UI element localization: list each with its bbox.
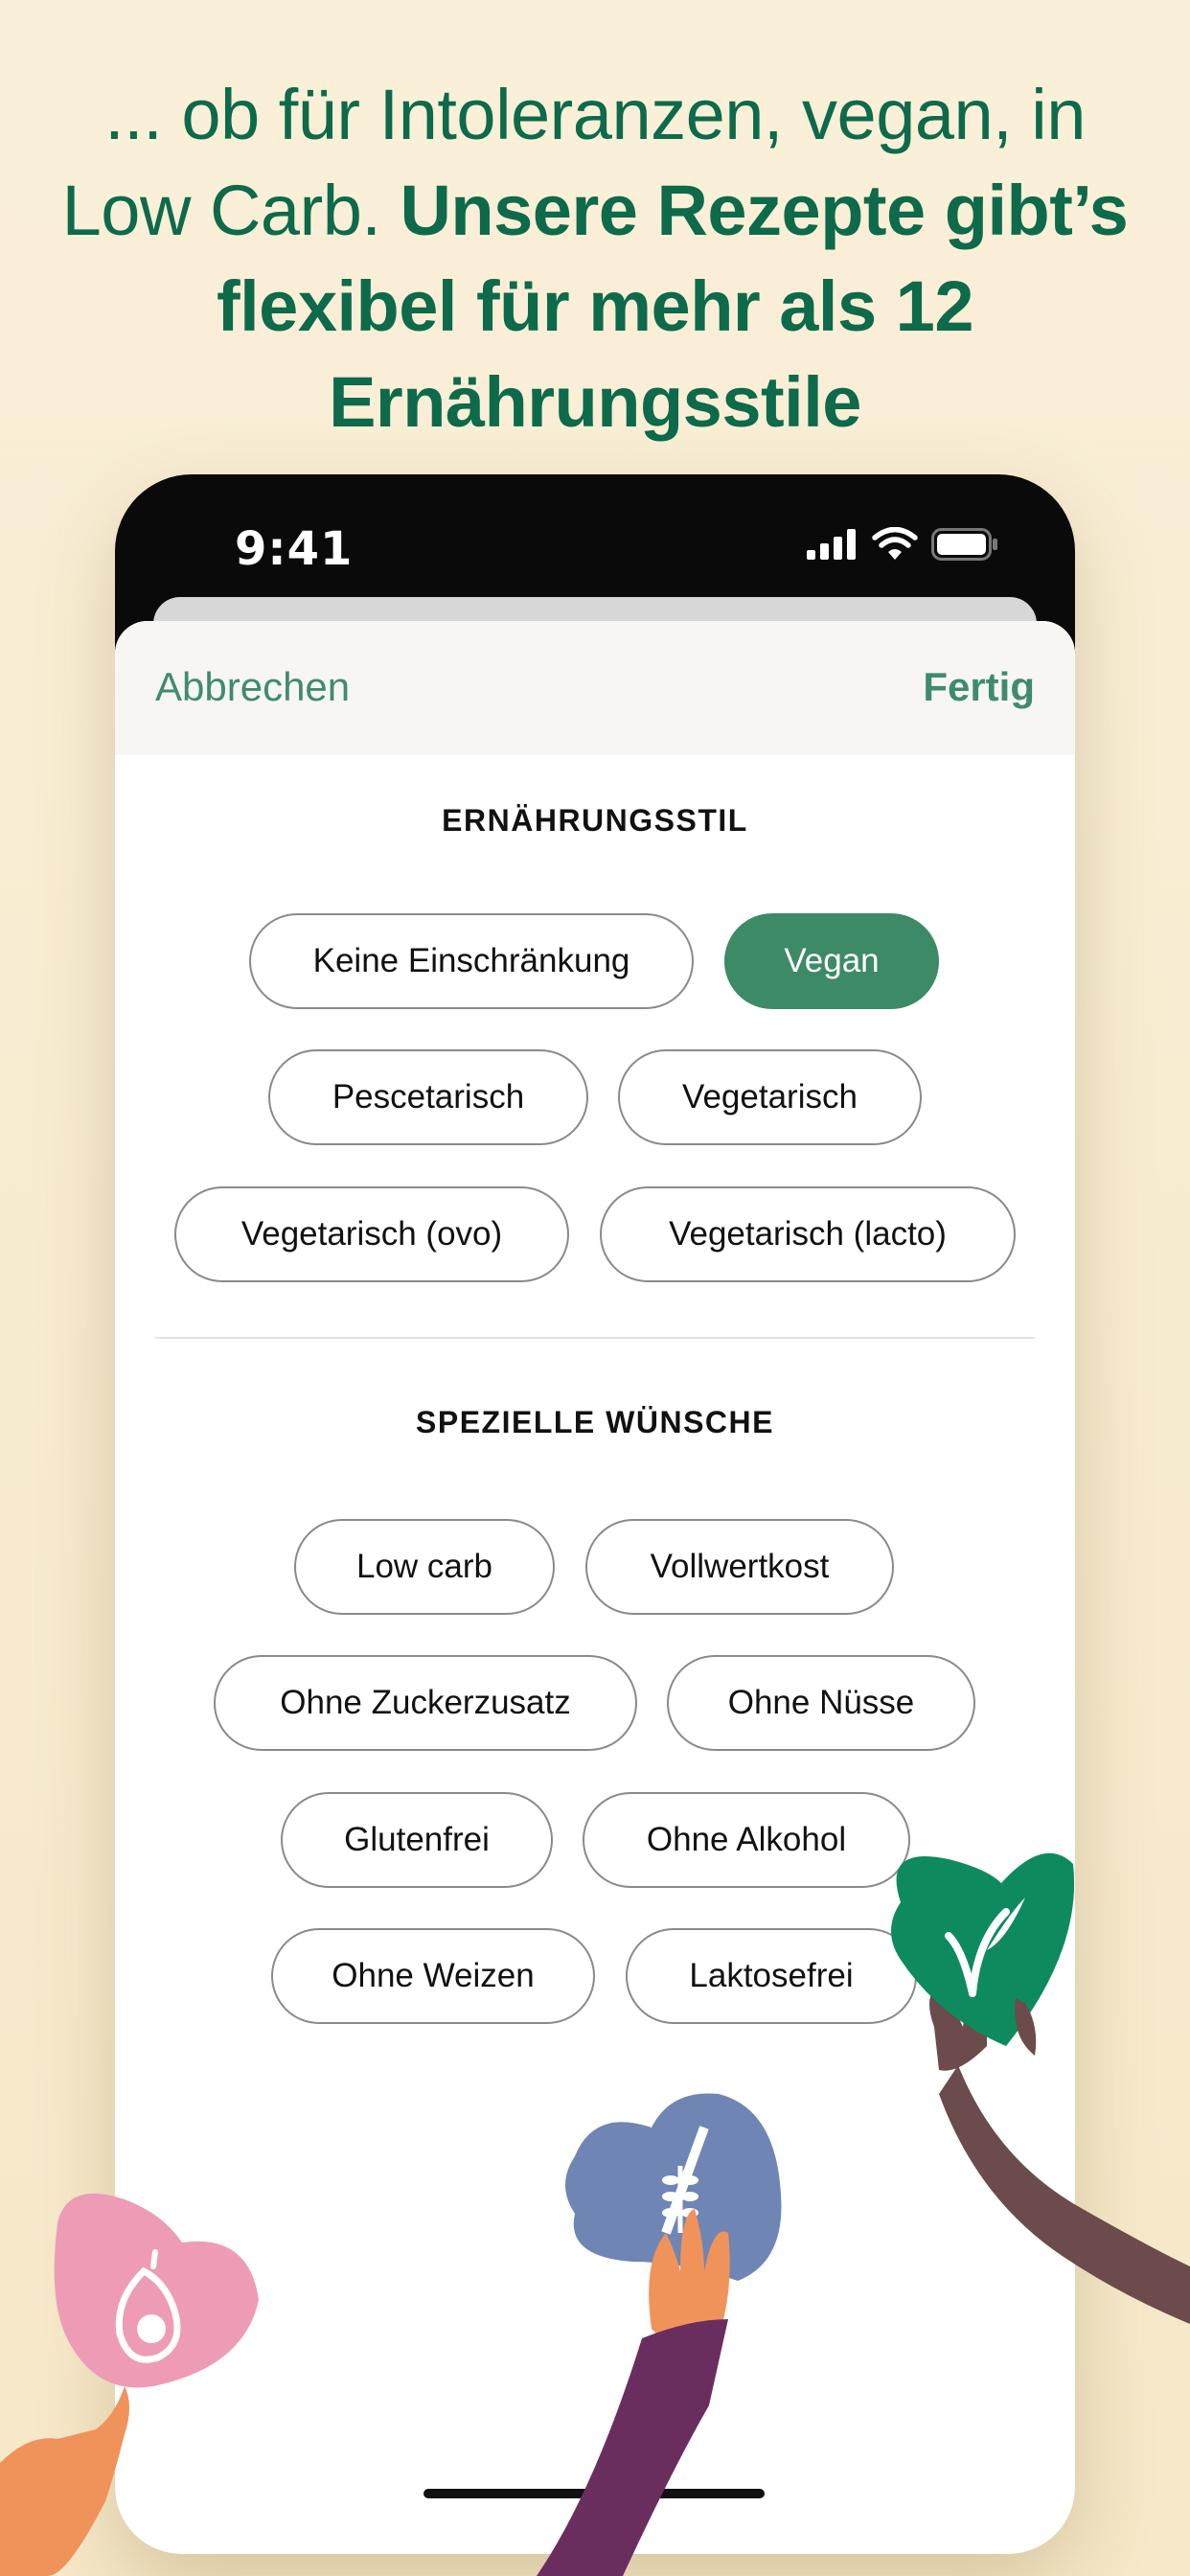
section-title-wishes: SPEZIELLE WÜNSCHE	[416, 1405, 774, 1439]
chip-keine-einschraenkung[interactable]: Keine Einschränkung	[249, 913, 694, 1009]
battery-icon	[931, 528, 997, 561]
chip-ohne-zuckerzusatz[interactable]: Ohne Zuckerzusatz	[214, 1655, 637, 1751]
headline: ... ob für Intoleranzen, vegan, in Low C…	[38, 67, 1152, 450]
chip-vegetarisch-ovo[interactable]: Vegetarisch (ovo)	[174, 1186, 569, 1282]
chip-low-carb[interactable]: Low carb	[294, 1519, 555, 1615]
wheat-free-heart-icon	[537, 2093, 782, 2576]
sheet-navbar: Abbrechen Fertig	[115, 621, 1075, 755]
section-divider	[155, 1337, 1035, 1339]
vegan-leaf-heart-icon	[891, 1852, 1190, 2324]
avocado-heart-icon	[0, 2193, 260, 2576]
status-bar: 9:41	[115, 474, 1075, 599]
section-title-diet: ERNÄHRUNGSSTIL	[442, 803, 748, 838]
chip-ohne-nuesse[interactable]: Ohne Nüsse	[667, 1655, 975, 1751]
status-time: 9:41	[235, 522, 354, 576]
status-icons	[807, 527, 998, 562]
signal-icon	[807, 529, 856, 560]
chip-vegan[interactable]: Vegan	[724, 913, 939, 1009]
chip-vegetarisch-lacto[interactable]: Vegetarisch (lacto)	[600, 1186, 1016, 1282]
chip-vegetarisch[interactable]: Vegetarisch	[618, 1049, 922, 1145]
wifi-icon	[872, 527, 918, 560]
chip-vollwertkost[interactable]: Vollwertkost	[585, 1519, 894, 1615]
cancel-button[interactable]: Abbrechen	[155, 664, 350, 710]
done-button[interactable]: Fertig	[923, 664, 1035, 710]
chip-ohne-weizen[interactable]: Ohne Weizen	[271, 1928, 595, 2024]
chip-pescetarisch[interactable]: Pescetarisch	[268, 1049, 588, 1145]
chip-glutenfrei[interactable]: Glutenfrei	[281, 1792, 553, 1888]
